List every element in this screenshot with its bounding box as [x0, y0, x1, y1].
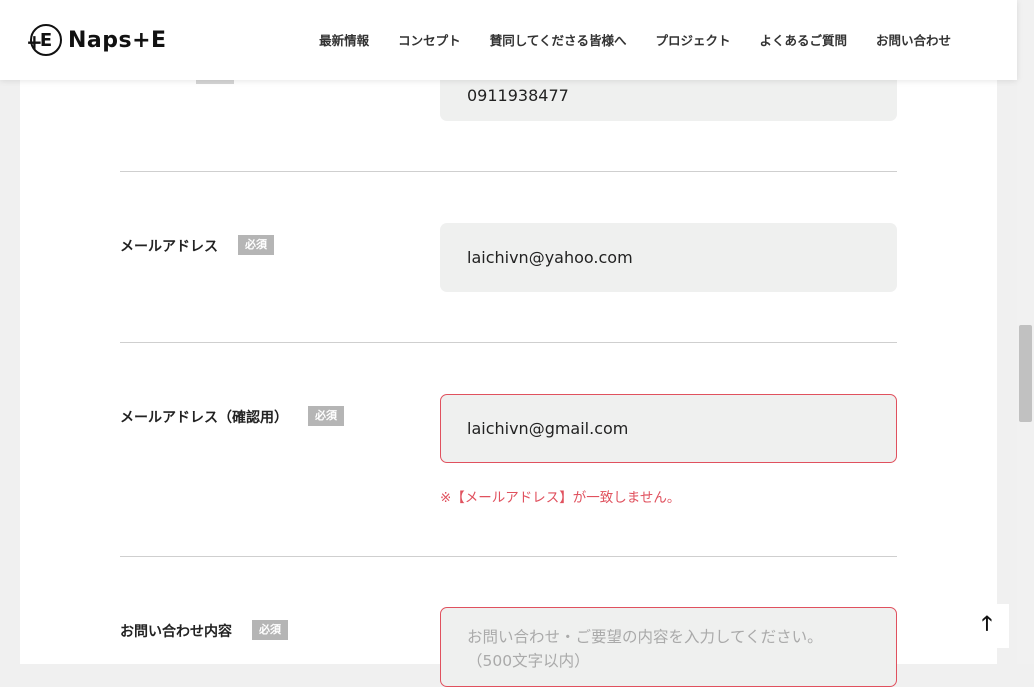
divider [120, 342, 897, 343]
email-input-value: laichivn@yahoo.com [467, 248, 633, 267]
back-to-top-button[interactable]: 🡑 [965, 604, 1009, 648]
divider [120, 556, 897, 557]
nav-item-supporters[interactable]: 賛同してくださる皆様へ [490, 30, 627, 49]
nav-item-news[interactable]: 最新情報 [319, 30, 369, 49]
arrow-up-icon: 🡑 [981, 611, 993, 635]
email-label: メールアドレス [120, 239, 218, 255]
inquiry-label: お問い合わせ内容 [120, 624, 232, 640]
required-badge: 必須 [252, 620, 288, 640]
email-confirm-input[interactable]: laichivn@gmail.com [440, 394, 897, 463]
email-confirm-label: メールアドレス（確認用） [120, 410, 288, 426]
main-nav: 最新情報 コンセプト 賛同してくださる皆様へ プロジェクト よくあるご質問 お問… [319, 30, 951, 49]
divider [120, 171, 897, 172]
required-badge: 必須 [308, 406, 344, 426]
nav-item-contact[interactable]: お問い合わせ [876, 30, 951, 49]
email-confirm-input-value: laichivn@gmail.com [467, 419, 629, 438]
phone-input-value: 0911938477 [467, 86, 569, 105]
inquiry-placeholder-line1: お問い合わせ・ご要望の内容を入力してください。 [467, 628, 823, 646]
required-badge: 必須 [238, 235, 274, 255]
brand-logo[interactable]: + E Naps+E [26, 24, 167, 56]
nav-item-project[interactable]: プロジェクト [655, 30, 730, 49]
email-mismatch-error: ※【メールアドレス】が一致しません。 [440, 490, 681, 506]
page-scrollbar[interactable] [1017, 0, 1034, 664]
nav-item-faq[interactable]: よくあるご質問 [759, 30, 847, 49]
email-input[interactable]: laichivn@yahoo.com [440, 223, 897, 292]
logo-icon: + E [26, 24, 62, 56]
scrollbar-thumb[interactable] [1019, 325, 1032, 422]
site-header: + E Naps+E 最新情報 コンセプト 賛同してくださる皆様へ プロジェクト … [0, 0, 1017, 80]
inquiry-textarea[interactable]: お問い合わせ・ご要望の内容を入力してください。 （500文字以内） [440, 607, 897, 687]
brand-name: Naps+E [68, 27, 167, 53]
inquiry-placeholder-line2: （500文字以内） [467, 652, 590, 670]
nav-item-concept[interactable]: コンセプト [398, 30, 461, 49]
